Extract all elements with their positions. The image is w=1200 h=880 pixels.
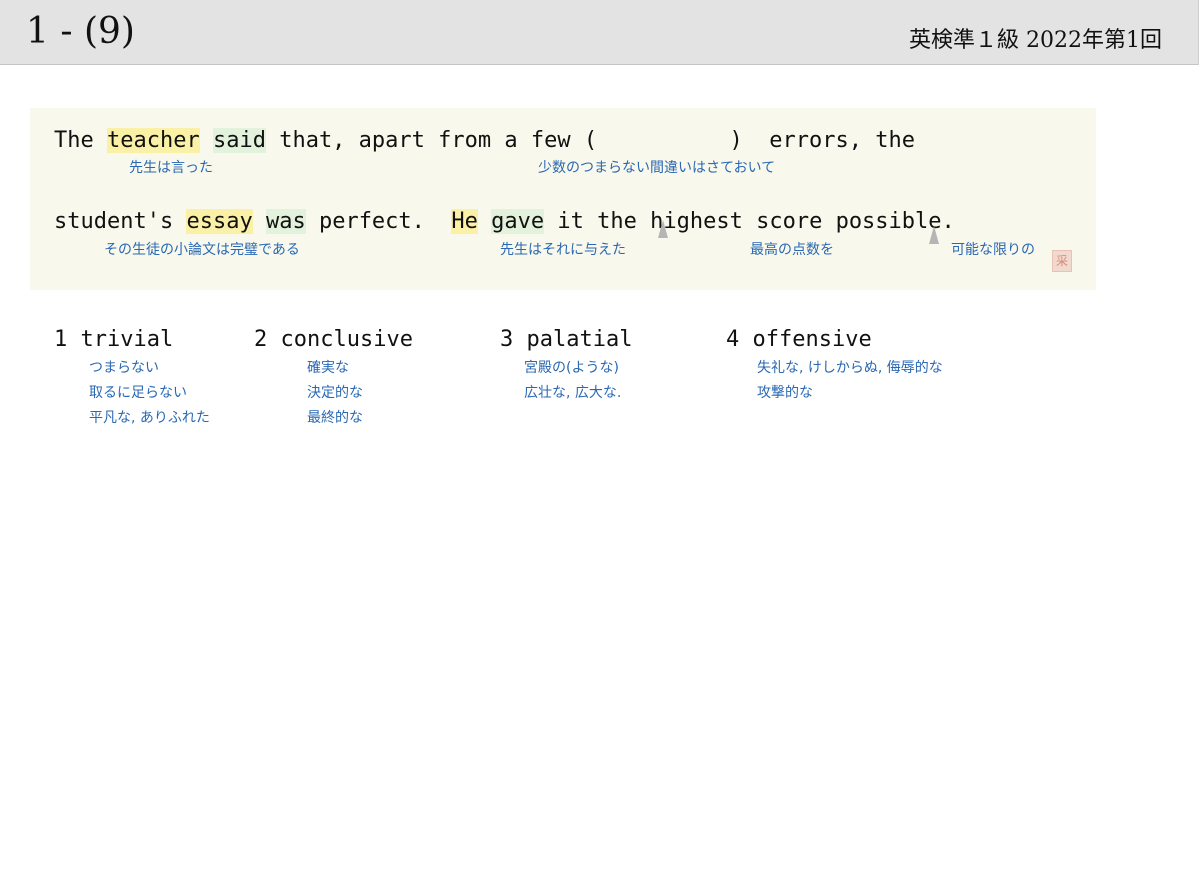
seal-stamp-icon: 采 [1052, 250, 1072, 272]
choice-1-meaning: 平凡な, ありふれた [89, 410, 210, 426]
insertion-marker-icon [929, 226, 939, 244]
choice-3-meaning: 宮殿の(ような) [524, 360, 619, 376]
choice-2-meaning: 決定的な [307, 385, 363, 401]
word-he: He [451, 209, 478, 234]
gloss-highest-score: 最高の点数を [750, 242, 834, 258]
sentence-line-2-rest: the highest score possible. [597, 209, 955, 234]
word-perfect: perfect. [318, 209, 425, 234]
choice-4-label: 4 offensive [726, 327, 872, 352]
word-teacher: teacher [107, 128, 200, 153]
word-was: was [265, 209, 306, 234]
gloss-possible: 可能な限りの [951, 242, 1035, 258]
choice-2-label: 2 conclusive [254, 327, 413, 352]
word-gave: gave [491, 209, 545, 234]
sentence-line-1-rest: that, apart from a few ( ) errors, the [279, 128, 915, 153]
insertion-marker-icon [658, 220, 668, 238]
gloss-few-errors: 少数のつまらない間違いはさておいて [538, 160, 776, 176]
word-the: The [54, 128, 94, 153]
header-bar: 1 - (9) 英検準１級 2022年第1回 [0, 0, 1199, 65]
question-number: 1 - (9) [26, 11, 135, 52]
choice-1-label: 1 trivial [54, 327, 174, 352]
word-said: said [212, 128, 266, 153]
choice-1-meaning: つまらない [89, 360, 159, 376]
sentence-line-2: student's essay was perfect. He gave it … [54, 208, 955, 236]
choice-2-meaning: 最終的な [307, 410, 363, 426]
gloss-he-gave: 先生はそれに与えた [500, 242, 626, 258]
choice-1-meaning: 取るに足らない [89, 385, 187, 401]
gloss-teacher-said: 先生は言った [129, 160, 213, 176]
gloss-essay-was: その生徒の小論文は完璧である [104, 242, 300, 258]
choice-4-meaning: 攻撃的な [757, 385, 813, 401]
word-students: student's [54, 209, 174, 234]
choice-4-meaning: 失礼な, けしからぬ, 侮辱的な [757, 360, 943, 376]
word-essay: essay [186, 209, 253, 234]
sentence-line-1: The teacher said that, apart from a few … [54, 127, 915, 155]
choice-3-meaning: 広壮な, 広大な. [524, 385, 622, 401]
choice-2-meaning: 確実な [307, 360, 349, 376]
choice-3-label: 3 palatial [500, 327, 633, 352]
exam-title: 英検準１級 2022年第1回 [909, 28, 1162, 53]
word-it: it [557, 209, 584, 234]
